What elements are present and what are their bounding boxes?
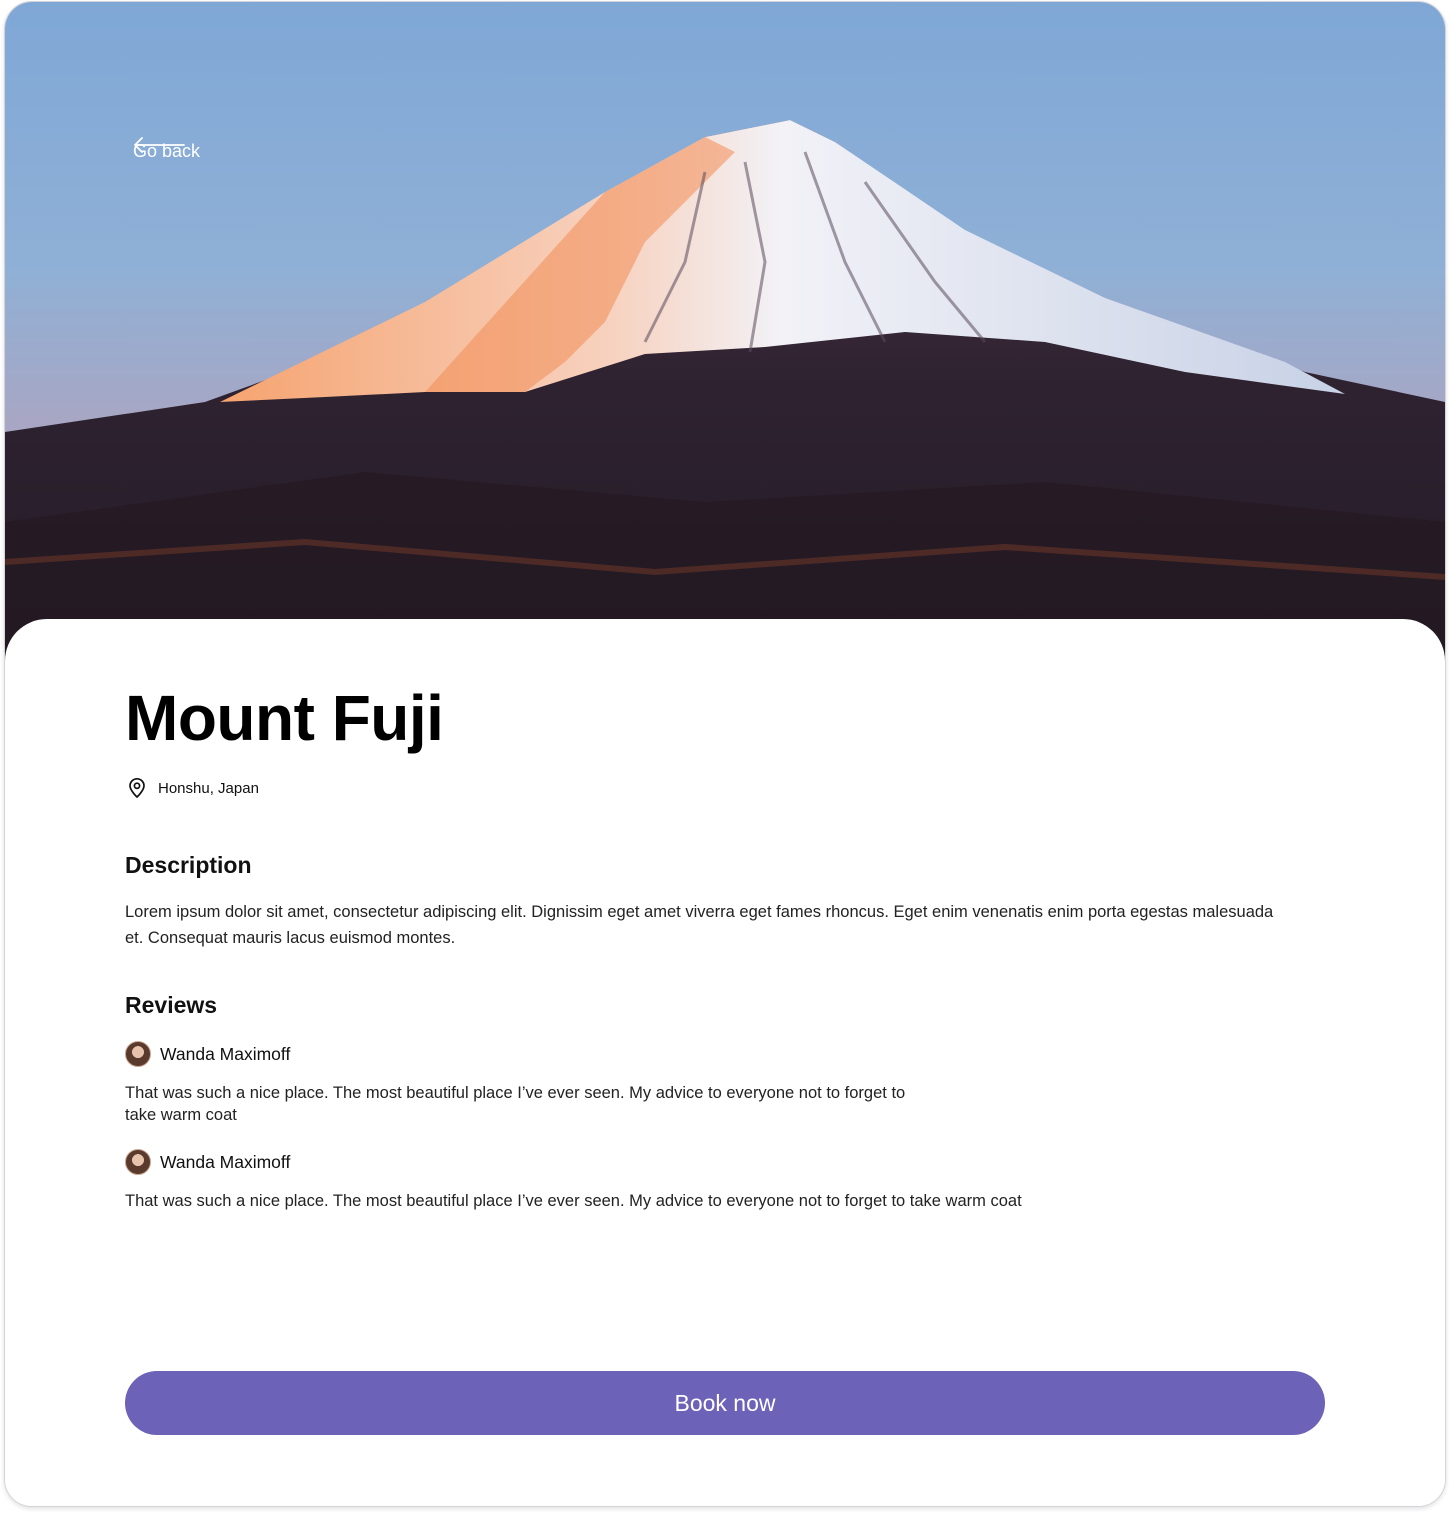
review-text: That was such a nice place. The most bea… xyxy=(125,1192,1022,1210)
review-text-line: That was such a nice place. The most bea… xyxy=(125,1084,906,1102)
detail-screen: Go back Mount Fuji Honshu, Japan Descrip… xyxy=(4,1,1446,1507)
avatar xyxy=(125,1149,151,1175)
avatar xyxy=(125,1041,151,1067)
description-text: Lorem ipsum dolor sit amet, consectetur … xyxy=(125,903,1274,947)
content-sheet: Mount Fuji Honshu, Japan Description Lor… xyxy=(5,619,1445,1506)
review-author: Wanda Maximoff xyxy=(125,1149,290,1175)
go-back-link[interactable]: Go back xyxy=(133,136,200,166)
arrow-left-icon xyxy=(134,137,185,153)
review-author-name: Wanda Maximoff xyxy=(160,1151,291,1172)
book-now-button[interactable]: Book now xyxy=(125,1371,1325,1435)
description-heading: Description xyxy=(125,852,252,878)
review-text: That was such a nice place. The most bea… xyxy=(125,1082,905,1126)
review-text-line: take warm coat xyxy=(125,1106,237,1124)
reviews-heading: Reviews xyxy=(125,992,218,1018)
review-author-name: Wanda Maximoff xyxy=(160,1043,291,1064)
location-row: Honshu, Japan xyxy=(126,777,259,799)
location-label: Honshu, Japan xyxy=(158,779,259,797)
hero-image: Go back xyxy=(5,2,1445,662)
mountain-illustration xyxy=(5,120,1445,662)
place-title: Mount Fuji xyxy=(125,682,444,754)
review-author: Wanda Maximoff xyxy=(125,1041,290,1067)
map-pin-icon xyxy=(129,777,145,799)
